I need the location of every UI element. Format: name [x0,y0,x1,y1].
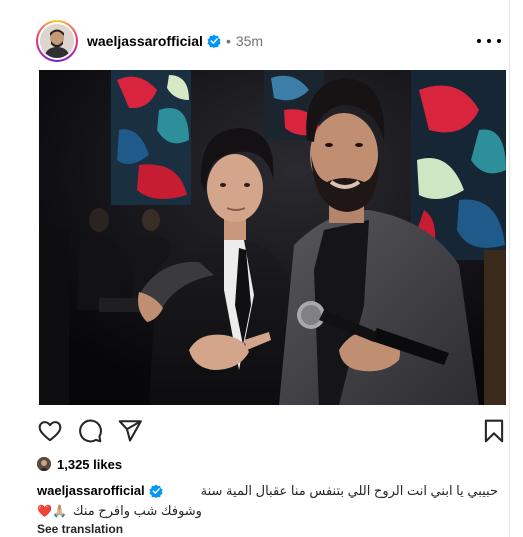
likes-count[interactable]: 1,325 likes [57,457,122,472]
post-username[interactable]: waeljassarofficial [87,33,203,49]
bookmark-icon[interactable] [481,418,507,444]
more-dot-2 [487,39,491,43]
avatar[interactable] [40,24,74,58]
comment-icon[interactable] [77,418,103,444]
liker-avatar[interactable] [37,457,51,471]
caption-text-1: حبيبي يا ابني انت الروح اللي بتنفس منا ع… [200,483,498,498]
more-options-icon[interactable] [477,31,501,51]
verified-badge-icon [149,484,163,498]
post-header: waeljassarofficial • 35m [36,19,510,63]
caption-emojis: ❤️🙏🏼 [37,504,67,518]
separator-dot: • [225,33,231,49]
paper-plane-icon[interactable] [117,418,143,444]
more-dot-3 [497,39,501,43]
see-translation-link[interactable]: See translation [37,522,123,536]
more-dot-1 [477,39,481,43]
post-photo [39,70,506,405]
post-image[interactable] [39,70,506,405]
verified-badge-icon [207,34,221,48]
story-ring[interactable] [36,20,78,62]
avatar-portrait [40,24,74,58]
post-time[interactable]: 35m [236,33,263,49]
avatar-frame [38,22,76,60]
caption-line-2: ❤️🙏🏼 وشوفك شب وافرح منك [37,502,498,520]
likes-row: 1,325 likes [37,455,122,473]
post-card: waeljassarofficial • 35m 1,325 likes wae… [0,0,523,537]
post-caption: waeljassarofficial حبيبي يا ابني انت الر… [37,482,498,520]
caption-username[interactable]: waeljassarofficial [37,482,145,500]
action-bar [37,418,507,444]
caption-text-2: وشوفك شب وافرح منك [72,503,202,518]
caption-line-1: waeljassarofficial حبيبي يا ابني انت الر… [37,482,498,500]
heart-icon[interactable] [37,418,63,444]
